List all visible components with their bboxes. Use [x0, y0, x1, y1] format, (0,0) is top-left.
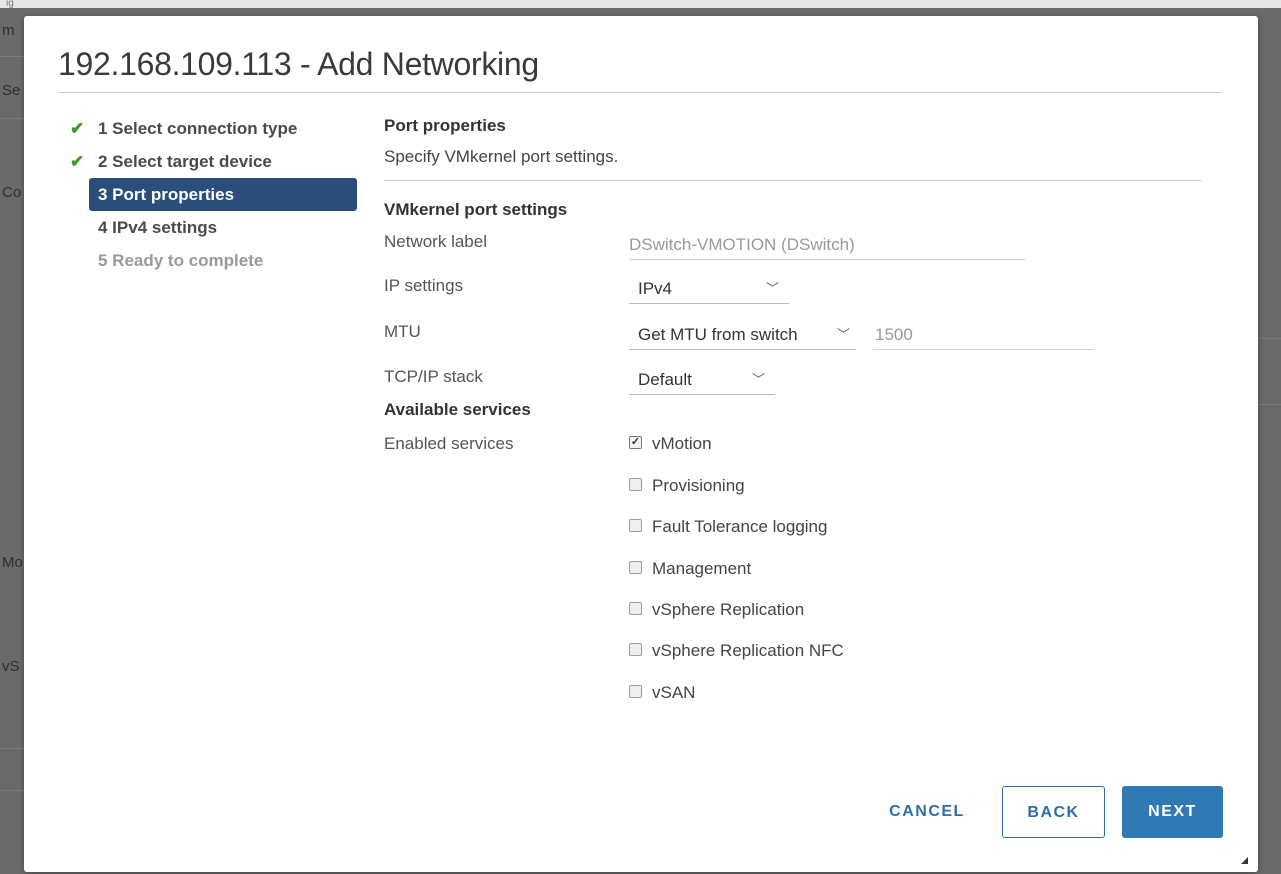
section-divider: [384, 180, 1202, 181]
tcpip-stack-select[interactable]: Default ﹀: [629, 365, 775, 395]
checkbox[interactable]: [629, 643, 642, 657]
tcpip-stack-value: Default: [638, 370, 692, 389]
chevron-down-icon: ﹀: [751, 372, 765, 387]
step-select-target-device[interactable]: ✔ 2 Select target device: [66, 145, 366, 178]
service-vsphere-replication-nfc[interactable]: vSphere Replication NFC: [629, 640, 844, 662]
step-label: 4 IPv4 settings: [98, 218, 218, 237]
step-label: 2 Select target device: [98, 152, 272, 171]
step-ready-to-complete: 5 Ready to complete: [66, 244, 366, 277]
mtu-select-value: Get MTU from switch: [638, 325, 798, 344]
section-title: Port properties: [384, 116, 506, 135]
mtu-label: MTU: [384, 322, 421, 341]
background-text-fragment: Co: [2, 184, 22, 201]
network-label-value: DSwitch-VMOTION (DSwitch): [629, 235, 855, 254]
service-label: Fault Tolerance logging: [652, 517, 828, 536]
enabled-services-label: Enabled services: [384, 434, 514, 453]
tcpip-stack-label: TCP/IP stack: [384, 367, 483, 386]
service-vsphere-replication[interactable]: vSphere Replication: [629, 599, 804, 621]
ip-settings-label: IP settings: [384, 276, 464, 295]
step-label: 1 Select connection type: [98, 119, 298, 138]
background-text-fragment: m: [2, 22, 15, 39]
service-management[interactable]: Management: [629, 558, 751, 580]
cancel-button[interactable]: CANCEL: [872, 786, 982, 838]
service-vmotion[interactable]: ✓ vMotion: [629, 433, 712, 455]
service-vsan[interactable]: vSAN: [629, 682, 695, 704]
mtu-select[interactable]: Get MTU from switch ﹀: [629, 320, 856, 350]
wizard-steps: ✔ 1 Select connection type ✔ 2 Select ta…: [66, 112, 366, 277]
checkbox[interactable]: [629, 561, 642, 575]
mtu-number-input: 1500: [873, 320, 1094, 350]
checkbox[interactable]: [629, 478, 642, 492]
dialog-title: 192.168.109.113 - Add Networking: [58, 46, 539, 82]
background-header: ig: [0, 0, 1281, 8]
service-label: Management: [652, 559, 752, 578]
service-label: vMotion: [652, 434, 712, 453]
checkbox[interactable]: [629, 685, 642, 699]
step-select-connection-type[interactable]: ✔ 1 Select connection type: [66, 112, 366, 145]
ip-settings-value: IPv4: [638, 279, 673, 298]
next-button[interactable]: NEXT: [1122, 786, 1223, 838]
available-services-heading: Available services: [384, 400, 531, 419]
mtu-number-value: 1500: [875, 325, 913, 344]
background-divider: [1255, 404, 1281, 405]
background-text-fragment: vS: [2, 658, 20, 675]
background-header-fragment: ig: [6, 0, 14, 8]
check-icon: ✔: [70, 119, 85, 138]
service-fault-tolerance-logging[interactable]: Fault Tolerance logging: [629, 516, 827, 538]
network-label-field: DSwitch-VMOTION (DSwitch): [629, 230, 1026, 260]
chevron-down-icon: ﹀: [765, 281, 779, 296]
checkbox-checked[interactable]: ✓: [629, 436, 642, 450]
service-provisioning[interactable]: Provisioning: [629, 475, 745, 497]
step-label: 5 Ready to complete: [98, 251, 264, 270]
service-label: vSphere Replication NFC: [652, 641, 844, 660]
section-description: Specify VMkernel port settings.: [384, 147, 619, 166]
back-button[interactable]: BACK: [1002, 786, 1105, 838]
step-ipv4-settings[interactable]: 4 IPv4 settings: [66, 211, 366, 244]
check-icon: ✔: [70, 152, 85, 171]
resize-handle-icon[interactable]: [1241, 857, 1248, 864]
add-networking-dialog: 192.168.109.113 - Add Networking ✔ 1 Sel…: [24, 16, 1258, 872]
checkbox[interactable]: [629, 602, 642, 616]
service-label: vSAN: [652, 683, 696, 702]
background-text-fragment: Se: [2, 82, 21, 99]
service-label: vSphere Replication: [652, 600, 805, 619]
step-port-properties[interactable]: 3 Port properties: [89, 178, 357, 211]
background-divider: [1255, 338, 1281, 339]
network-label-label: Network label: [384, 232, 487, 251]
title-divider: [58, 92, 1222, 93]
ip-settings-select[interactable]: IPv4 ﹀: [629, 274, 789, 304]
step-label: 3 Port properties: [98, 185, 235, 204]
background-text-fragment: Mo: [2, 554, 23, 571]
chevron-down-icon: ﹀: [836, 327, 850, 342]
checkbox[interactable]: [629, 519, 642, 533]
service-label: Provisioning: [652, 476, 745, 495]
vmkernel-settings-heading: VMkernel port settings: [384, 200, 568, 219]
